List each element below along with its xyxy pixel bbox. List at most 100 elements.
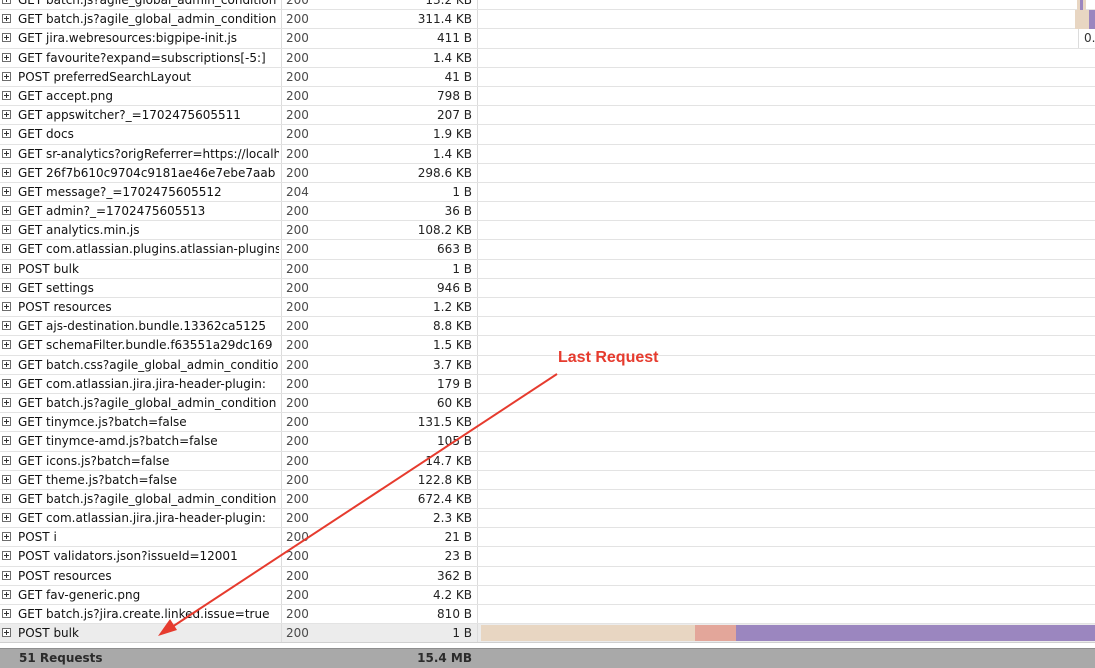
expand-icon[interactable]	[2, 33, 11, 43]
expand-icon[interactable]	[2, 206, 11, 216]
request-row[interactable]: GET docs 200 1.9 KB	[0, 125, 1095, 145]
request-row[interactable]: GET tinymce-amd.js?batch=false 200 105 B	[0, 432, 1095, 452]
request-url: GET docs	[18, 127, 74, 142]
expand-icon[interactable]	[2, 129, 11, 139]
request-size: 298.6 KB	[417, 165, 472, 180]
request-row[interactable]: GET 26f7b610c9704c9181ae46e7ebe7aab 200 29…	[0, 163, 1095, 183]
expand-icon[interactable]	[2, 340, 11, 350]
expand-icon[interactable]	[2, 551, 11, 561]
expand-icon[interactable]	[2, 14, 11, 24]
column-divider	[281, 67, 282, 86]
expand-icon[interactable]	[2, 71, 11, 81]
request-row[interactable]: GET sr-analytics?origReferrer=https://lo…	[0, 144, 1095, 164]
request-row[interactable]: GET com.atlassian.jira.jira-header-plugi…	[0, 374, 1095, 394]
request-size: 60 KB	[436, 395, 472, 410]
request-row[interactable]: GET batch.js?jira.create.linked.issue=tr…	[0, 605, 1095, 625]
expand-icon[interactable]	[2, 110, 11, 120]
request-row[interactable]: GET fav-generic.png 200 4.2 KB	[0, 585, 1095, 605]
request-row[interactable]: POST resources 200 362 B	[0, 566, 1095, 586]
column-divider	[477, 278, 478, 297]
expand-icon[interactable]	[2, 167, 11, 177]
expand-icon[interactable]	[2, 0, 11, 4]
expand-icon[interactable]	[2, 474, 11, 484]
request-row[interactable]: GET tinymce.js?batch=false 200 131.5 KB	[0, 413, 1095, 433]
request-size: 672.4 KB	[417, 491, 472, 506]
request-row[interactable]: POST resources 200 1.2 KB	[0, 298, 1095, 318]
expand-icon[interactable]	[2, 378, 11, 388]
request-row[interactable]: GET jira.webresources:bigpipe-init.js 200…	[0, 29, 1095, 49]
expand-icon[interactable]	[2, 417, 11, 427]
request-row[interactable]: GET accept.png 200 798 B	[0, 86, 1095, 107]
column-divider	[281, 317, 282, 336]
expand-icon[interactable]	[2, 282, 11, 292]
column-divider	[281, 298, 282, 317]
expand-icon[interactable]	[2, 397, 11, 407]
column-divider	[477, 413, 478, 432]
request-status: 200	[286, 50, 309, 65]
request-row[interactable]: GET com.atlassian.plugins.atlassian-plug…	[0, 240, 1095, 260]
expand-icon[interactable]	[2, 90, 11, 100]
expand-icon[interactable]	[2, 321, 11, 331]
column-divider	[477, 221, 478, 240]
expand-icon[interactable]	[2, 628, 11, 638]
expand-icon[interactable]	[2, 186, 11, 196]
column-divider	[281, 240, 282, 259]
annotation-label: Last Request	[558, 349, 659, 366]
column-divider	[281, 202, 282, 221]
expand-icon[interactable]	[2, 263, 11, 273]
expand-icon[interactable]	[2, 225, 11, 235]
request-row[interactable]: GET batch.js?agile_global_admin_conditio…	[0, 10, 1095, 30]
column-divider	[281, 355, 282, 374]
request-url: GET admin?_=1702475605513	[18, 204, 206, 219]
request-url: GET batch.js?agile_global_admin_conditio…	[18, 491, 277, 506]
expand-icon[interactable]	[2, 609, 11, 618]
request-row[interactable]: POST bulk 200 1 B	[0, 624, 1095, 644]
request-size: 108.2 KB	[417, 223, 472, 238]
expand-icon[interactable]	[2, 244, 11, 254]
request-row[interactable]: POST validators.json?issueId=12001 200 23 …	[0, 547, 1095, 567]
request-row[interactable]: GET admin?_=1702475605513 200 36 B	[0, 202, 1095, 222]
request-row[interactable]: GET message?_=1702475605512 204 1 B	[0, 182, 1095, 203]
request-row[interactable]: GET settings 200 946 B	[0, 278, 1095, 298]
request-status: 200	[286, 280, 309, 295]
request-row[interactable]: GET favourite?expand=subscriptions[-5:] 2…	[0, 48, 1095, 68]
expand-icon[interactable]	[2, 148, 11, 158]
expand-icon[interactable]	[2, 52, 11, 62]
column-divider	[281, 0, 282, 10]
request-row[interactable]: GET theme.js?batch=false 200 122.8 KB	[0, 470, 1095, 490]
timeline-bar	[481, 625, 1095, 642]
request-row[interactable]: GET icons.js?batch=false 200 14.7 KB	[0, 451, 1095, 471]
request-row[interactable]: GET ajs-destination.bundle.13362ca5125 20…	[0, 317, 1095, 337]
expand-icon[interactable]	[2, 302, 11, 311]
column-divider	[477, 317, 478, 336]
request-row[interactable]: GET batch.css?agile_global_admin_conditi…	[0, 355, 1095, 375]
expand-icon[interactable]	[2, 513, 11, 523]
expand-icon[interactable]	[2, 589, 11, 599]
request-row[interactable]: POST preferredSearchLayout 200 41 B	[0, 67, 1095, 87]
request-row[interactable]: GET batch.js?agile_global_admin_conditio…	[0, 393, 1095, 414]
request-status: 200	[286, 223, 309, 238]
timeline-segment	[695, 625, 736, 642]
expand-icon[interactable]	[2, 532, 11, 542]
request-row[interactable]: GET schemaFilter.bundle.f63551a29dc169 20…	[0, 336, 1095, 356]
request-size: 810 B	[437, 607, 472, 621]
expand-icon[interactable]	[2, 455, 11, 465]
request-url: POST resources	[18, 300, 112, 314]
column-divider	[477, 393, 478, 413]
request-size: 105 B	[437, 434, 472, 449]
column-divider	[477, 528, 478, 547]
request-row[interactable]: POST bulk 200 1 B	[0, 259, 1095, 279]
expand-icon[interactable]	[2, 436, 11, 446]
request-row[interactable]: POST i 200 21 B	[0, 528, 1095, 548]
expand-icon[interactable]	[2, 493, 11, 503]
expand-icon[interactable]	[2, 570, 11, 580]
request-row[interactable]: GET com.atlassian.jira.jira-header-plugi…	[0, 509, 1095, 529]
expand-icon[interactable]	[2, 359, 11, 369]
request-size: 36 B	[444, 204, 472, 219]
request-size: 1.5 KB	[433, 338, 472, 353]
request-row[interactable]: GET batch.js?agile_global_admin_conditio…	[0, 0, 1095, 11]
request-size: 411 B	[437, 31, 472, 46]
request-row[interactable]: GET appswitcher?_=1702475605511 200 207 B	[0, 106, 1095, 126]
request-row[interactable]: GET batch.js?agile_global_admin_conditio…	[0, 489, 1095, 510]
request-row[interactable]: GET analytics.min.js 200 108.2 KB	[0, 221, 1095, 241]
